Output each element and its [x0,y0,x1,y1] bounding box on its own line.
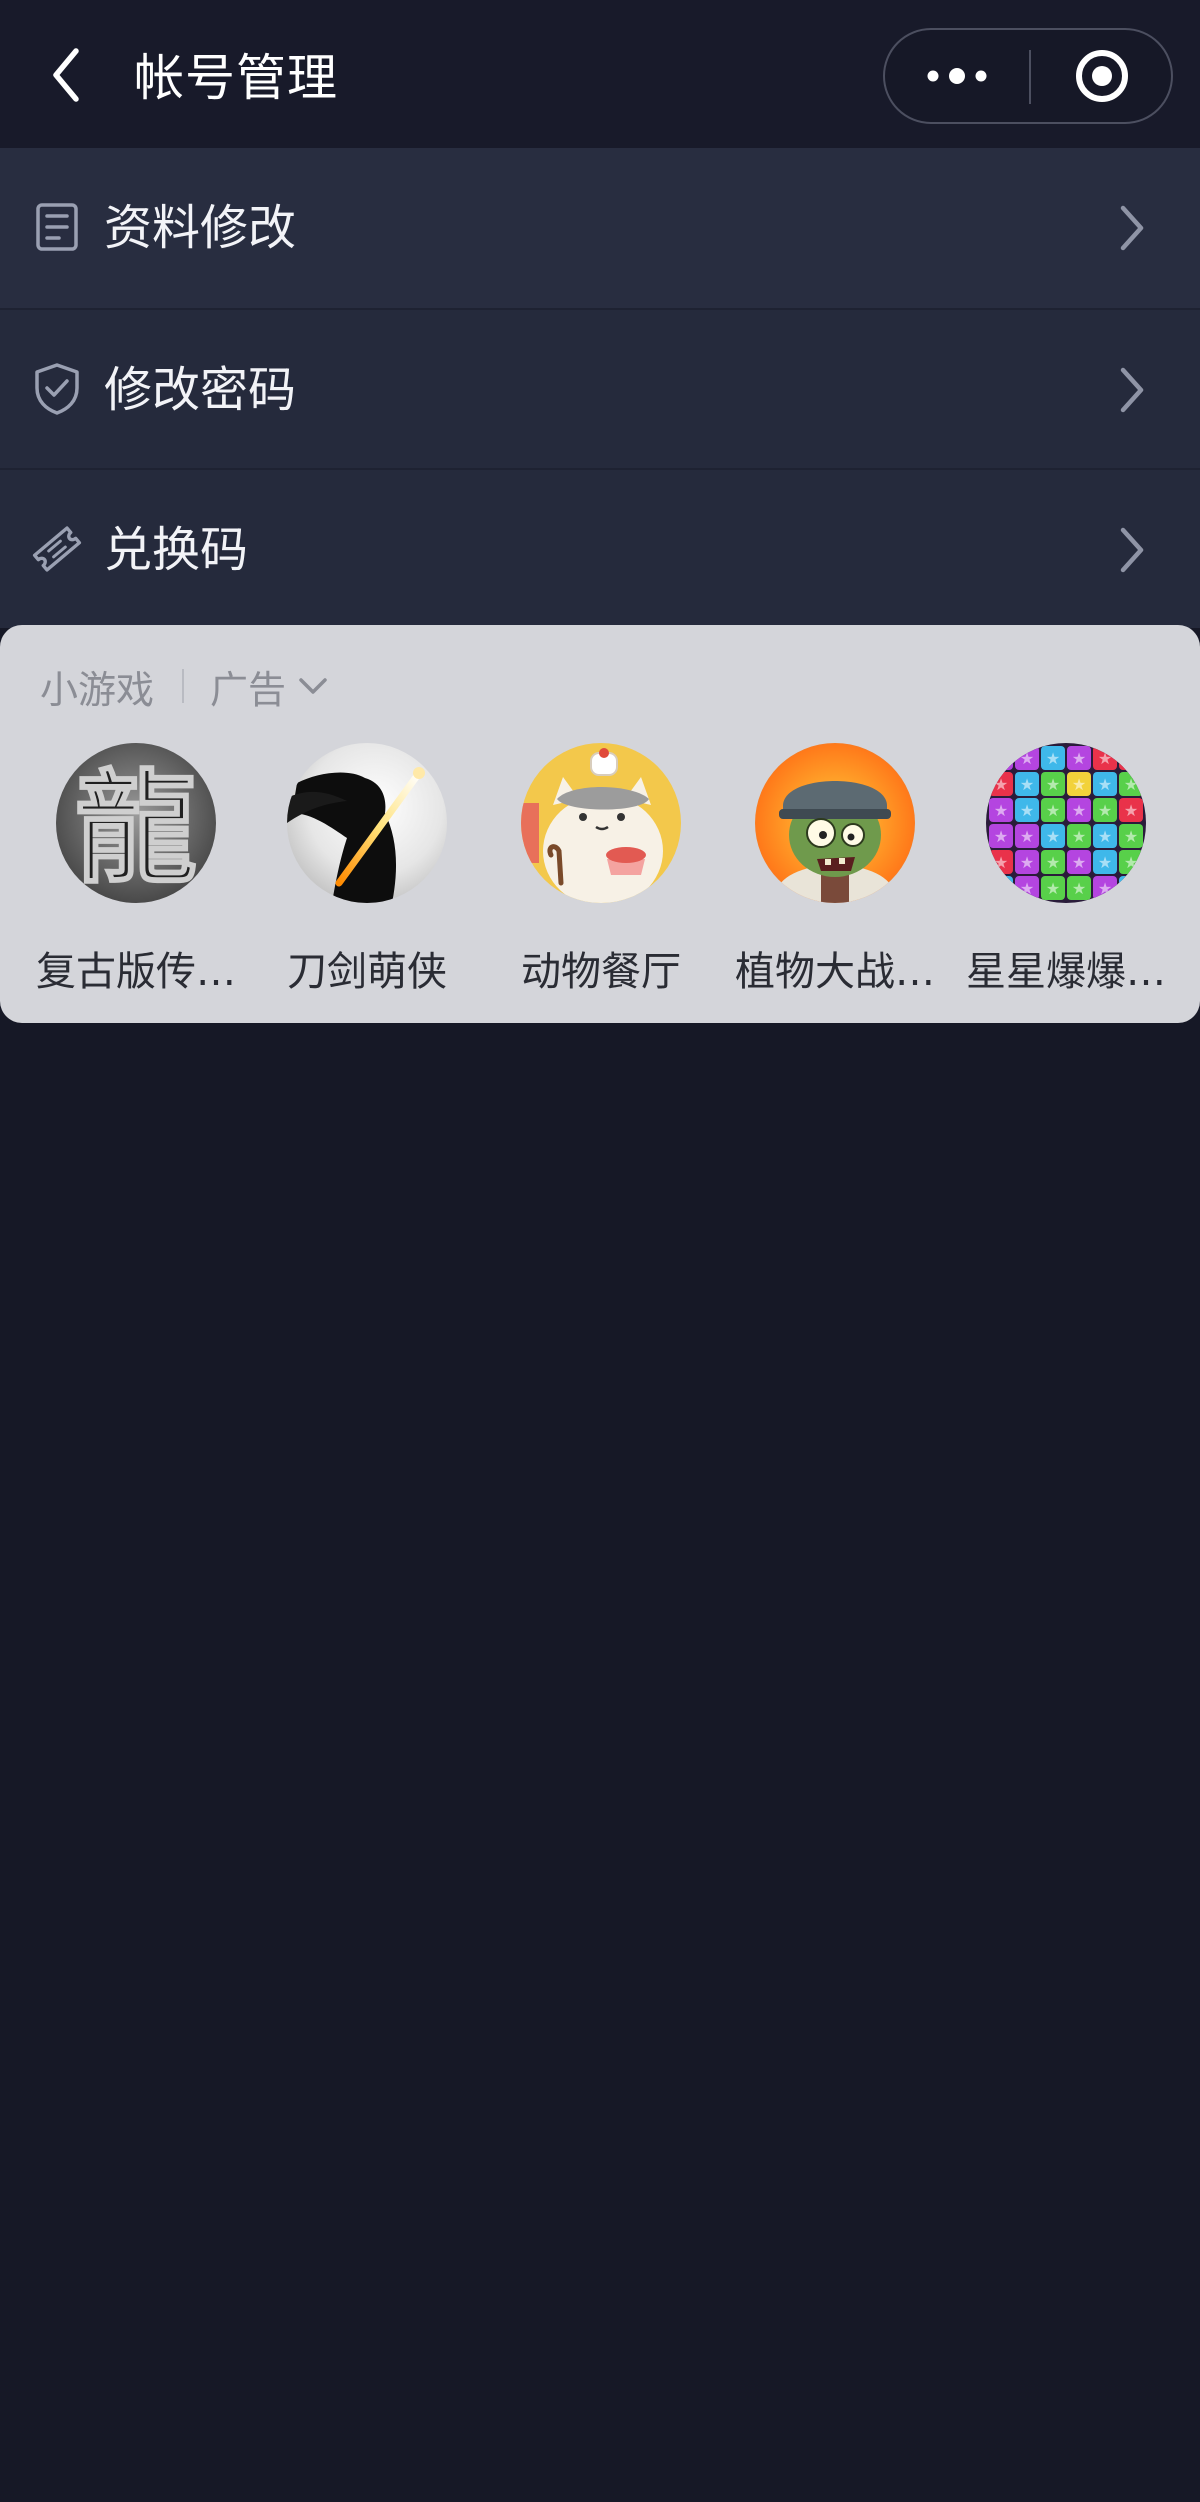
game-name: 动物餐厅 [521,949,681,995]
chevron-right-icon [1112,360,1152,420]
page-title: 帐号管理 [134,49,338,107]
star-glyph: ★ [1098,775,1112,794]
back-button[interactable] [38,40,94,110]
account-menu: 资料修改 修改密码 兑换码 [0,148,1200,628]
star-glyph: ★ [1046,775,1060,794]
star-glyph: ★ [994,853,1008,872]
game-icon-star-pop: ★ ★ ★ ★ ★ ★ ★ ★ ★ ★ ★ ★ ★ ★ ★ ★ ★ ★ ★ ★ ★ ★ ★ ★ ★ ★ ★ ★ ★ ★ ★ ★ ★ ★ ★ ★ [986,743,1146,903]
menu-item-label: 修改密码 [104,362,297,418]
shield-check-icon [32,360,82,418]
game-name: 植物大战… [735,949,935,995]
game-icon-plants-vs-zombies [755,743,915,903]
star-glyph: ★ [1072,801,1086,820]
ad-label: 广告 [210,667,287,712]
navbar: 帐号管理 [0,0,1200,148]
ad-tag-button[interactable]: 广告 [210,659,328,714]
star-glyph: ★ [1098,853,1112,872]
game-icon-animal-restaurant [521,743,681,903]
star-tile [1119,746,1143,770]
star-glyph: ★ [994,801,1008,820]
star-glyph: ★ [1098,827,1112,846]
star-glyph: ★ [1124,879,1138,898]
star-glyph: ★ [1124,827,1138,846]
star-glyph: ★ [1124,775,1138,794]
game-icon-retro-legend: 龍 [56,743,216,903]
header-divider [182,669,185,703]
game-logo-glyph: 龍 [75,756,197,900]
star-glyph: ★ [1124,853,1138,872]
game-item[interactable]: 植物大战… [725,743,945,1003]
star-glyph: ★ [1020,827,1034,846]
star-glyph: ★ [1098,801,1112,820]
game-item[interactable]: 动物餐厅 [491,743,711,1003]
account-management-page: 帐号管理 资料修改 修改密码 兑换码 小游戏 广告 龍 复古版传… 刀剑萌侠 动… [0,0,1200,2502]
star-glyph: ★ [1046,827,1060,846]
menu-item-redeem-code[interactable]: 兑换码 [0,468,1200,628]
star-glyph: ★ [994,879,1008,898]
chevron-down-icon [298,676,328,696]
star-glyph: ★ [1098,879,1112,898]
chevron-left-icon [53,48,79,102]
star-glyph: ★ [1072,749,1086,768]
game-item[interactable]: 刀剑萌侠 [257,743,477,1003]
star-glyph: ★ [1072,853,1086,872]
game-name: 复古版传… [36,949,236,995]
profile-form-icon [32,198,82,256]
star-glyph: ★ [1072,879,1086,898]
star-glyph: ★ [1020,853,1034,872]
ad-header: 小游戏 广告 [40,651,328,721]
game-item[interactable]: 龍 复古版传… [26,743,246,1003]
star-glyph: ★ [1072,827,1086,846]
mini-games-label: 小游戏 [40,667,155,712]
star-glyph: ★ [1098,749,1112,768]
mini-games-ad-panel: 小游戏 广告 龍 复古版传… 刀剑萌侠 动物餐厅 植物大战… ★ ★ ★ ★ ★… [0,625,1200,1023]
star-glyph: ★ [1046,879,1060,898]
star-glyph: ★ [994,775,1008,794]
star-tile [989,876,1013,900]
star-glyph: ★ [994,749,1008,768]
game-name: 星星爆爆… [966,949,1166,995]
star-glyph: ★ [1072,775,1086,794]
star-glyph: ★ [1020,879,1034,898]
star-glyph: ★ [1020,801,1034,820]
star-glyph: ★ [1020,749,1034,768]
more-dots-icon [927,68,987,84]
menu-item-label: 资料修改 [104,200,297,256]
star-tile [989,746,1013,770]
ticket-icon [32,520,82,578]
menu-item-edit-profile[interactable]: 资料修改 [0,148,1200,308]
game-name: 刀剑萌侠 [287,949,447,995]
chevron-right-icon [1112,198,1152,258]
chevron-right-icon [1112,520,1152,580]
star-glyph: ★ [994,827,1008,846]
menu-item-label: 兑换码 [104,522,249,578]
star-glyph: ★ [1046,749,1060,768]
record-circle-icon [1076,50,1128,102]
star-glyph: ★ [1020,775,1034,794]
more-button[interactable] [885,30,1029,122]
menu-item-change-password[interactable]: 修改密码 [0,308,1200,468]
game-icon-sword-hero [287,743,447,903]
star-glyph: ★ [1124,801,1138,820]
star-glyph: ★ [1124,749,1138,768]
mini-program-capsule [883,28,1173,124]
star-tile [1119,876,1143,900]
close-button[interactable] [1031,30,1173,122]
game-item[interactable]: ★ ★ ★ ★ ★ ★ ★ ★ ★ ★ ★ ★ ★ ★ ★ ★ ★ ★ ★ ★ ★ ★ ★ ★ ★ ★ ★ ★ ★ ★ ★ ★ ★ ★ ★ ★ 星星爆… [956,743,1176,1003]
star-glyph: ★ [1046,801,1060,820]
star-glyph: ★ [1046,853,1060,872]
